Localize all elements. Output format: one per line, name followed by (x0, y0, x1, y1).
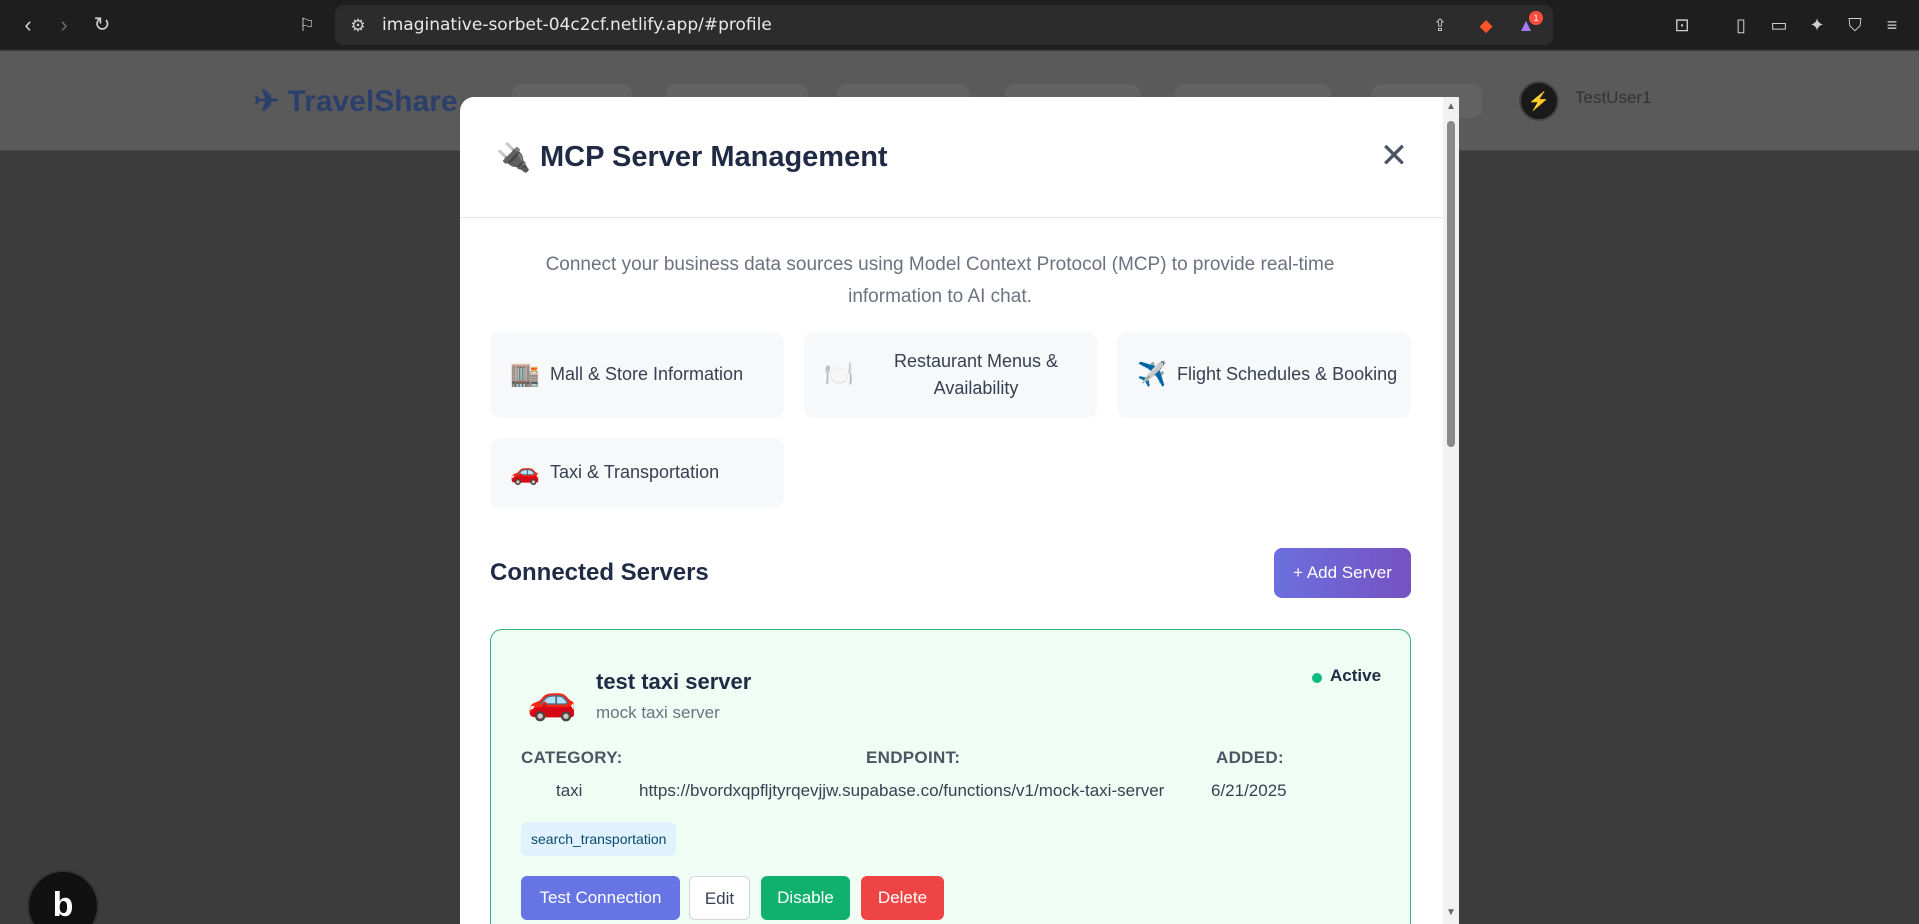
category-label: Flight Schedules & Booking (1177, 364, 1398, 384)
store-icon: 🏬 (510, 361, 540, 388)
modal-header: 🔌 MCP Server Management ✕ (460, 97, 1459, 218)
connected-servers-title: Connected Servers (490, 559, 709, 586)
share-icon[interactable]: ⇪ (1429, 15, 1451, 37)
modal-scrollbar[interactable]: ▲ ▼ (1443, 97, 1459, 924)
endpoint-value: https://bvordxqpfljtyrqevjjw.supabase.co… (639, 781, 1165, 800)
close-button[interactable]: ✕ (1375, 137, 1413, 175)
add-server-button[interactable]: + Add Server (1274, 548, 1411, 598)
status-dot-icon (1312, 673, 1322, 683)
airplane-icon: ✈️ (1137, 361, 1167, 388)
brave-shields-icon[interactable]: ◆ (1475, 15, 1497, 37)
added-label: ADDED: (1216, 748, 1284, 767)
plane-icon: ✈ (254, 85, 280, 118)
avatar[interactable]: ⚡ (1519, 81, 1559, 121)
test-connection-button[interactable]: Test Connection (521, 876, 680, 920)
site-settings-icon[interactable]: ⚙ (347, 15, 369, 37)
app-logo[interactable]: ✈ TravelShare (254, 84, 458, 119)
intro-text: Connect your business data sources using… (545, 254, 1335, 307)
scroll-up-icon[interactable]: ▲ (1446, 101, 1456, 112)
url-text: imaginative-sorbet-04c2cf.netlify.app/#p… (382, 15, 772, 35)
endpoint-label: ENDPOINT: (866, 748, 961, 767)
leo-ai-icon[interactable]: ✦ (1805, 13, 1829, 37)
status-badge: Active (1330, 666, 1382, 685)
category-label: CATEGORY: (521, 748, 623, 767)
bookmark-icon[interactable]: ⚐ (293, 11, 321, 39)
edit-button[interactable]: Edit (689, 876, 750, 920)
username[interactable]: TestUser1 (1575, 88, 1652, 108)
server-name: test taxi server (596, 669, 752, 694)
address-bar[interactable]: ⚙ imaginative-sorbet-04c2cf.netlify.app/… (335, 5, 1553, 45)
vpn-shield-icon[interactable]: ⛉ (1843, 13, 1867, 37)
category-label: Mall & Store Information (550, 364, 744, 384)
bolt-badge-icon[interactable]: b (27, 870, 99, 924)
menu-icon[interactable]: ≡ (1880, 13, 1904, 37)
added-value: 6/21/2025 (1211, 781, 1287, 800)
modal-title: MCP Server Management (540, 141, 888, 173)
scroll-thumb[interactable] (1447, 121, 1455, 447)
sidebar-icon[interactable]: ▯ (1729, 13, 1753, 37)
wallet-icon[interactable]: ▭ (1767, 13, 1791, 37)
server-description: mock taxi server (596, 703, 720, 722)
dining-icon: 🍽️ (824, 361, 854, 388)
delete-button[interactable]: Delete (861, 876, 944, 920)
back-icon[interactable]: ‹ (14, 11, 42, 39)
category-label: Taxi & Transportation (550, 462, 720, 482)
car-icon: 🚗 (510, 459, 540, 486)
category-card-flight[interactable]: ✈️ Flight Schedules & Booking (1117, 332, 1411, 418)
category-value: taxi (556, 781, 583, 800)
server-card: 🚗 test taxi server mock taxi server Acti… (490, 629, 1411, 924)
category-card-restaurant[interactable]: 🍽️ Restaurant Menus & Availability (804, 332, 1097, 418)
reload-icon[interactable]: ↻ (88, 11, 116, 39)
browser-toolbar: ‹ › ↻ ⚐ ⚙ imaginative-sorbet-04c2cf.netl… (0, 0, 1919, 50)
category-card-mall[interactable]: 🏬 Mall & Store Information (490, 332, 784, 418)
forward-icon[interactable]: › (50, 11, 78, 39)
tool-tag: search_transportation (521, 822, 677, 856)
disable-button[interactable]: Disable (761, 876, 850, 920)
car-icon: 🚗 (527, 678, 577, 722)
screenshot-icon[interactable]: ⊡ (1670, 13, 1694, 37)
category-label: Restaurant Menus & Availability (893, 351, 1059, 398)
mcp-modal: 🔌 MCP Server Management ✕ Connect your b… (460, 97, 1459, 924)
plug-icon: 🔌 (496, 142, 531, 173)
category-card-taxi[interactable]: 🚗 Taxi & Transportation (490, 438, 784, 508)
notification-badge: 1 (1529, 11, 1543, 25)
scroll-down-icon[interactable]: ▼ (1446, 907, 1456, 918)
